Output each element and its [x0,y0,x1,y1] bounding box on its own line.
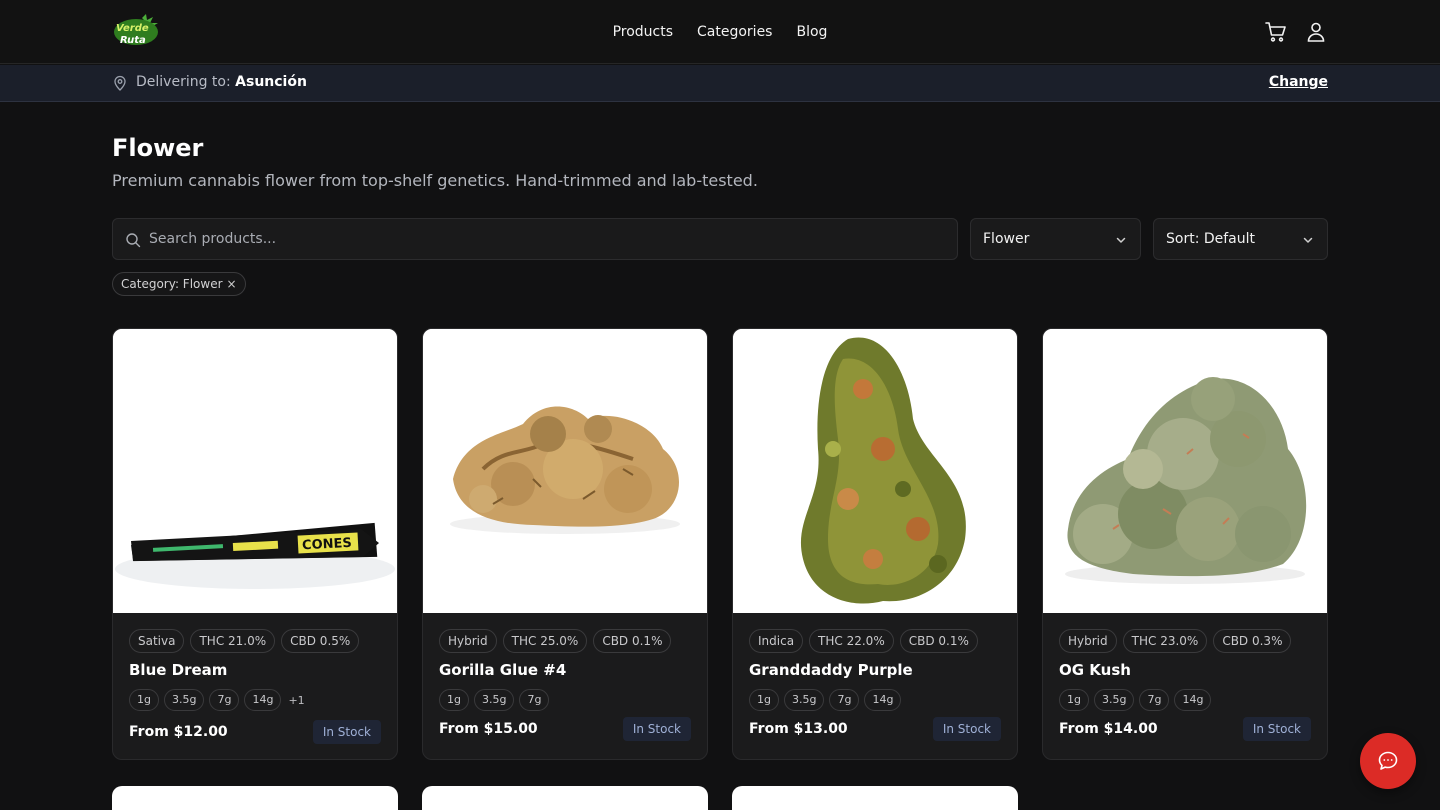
size-option[interactable]: 1g [439,689,469,711]
thc-badge: THC 23.0% [1122,629,1208,653]
chat-button[interactable] [1360,733,1416,789]
product-image[interactable] [423,329,707,613]
size-option[interactable]: 7g [829,689,860,711]
more-sizes: +1 [288,693,305,707]
size-option[interactable]: 7g [209,689,240,711]
product-price: From $13.00 [749,721,848,737]
delivery-location: Delivering to: Asunción [136,74,307,90]
product-image[interactable] [1043,329,1327,613]
product-name[interactable]: Blue Dream [129,661,227,679]
product-badges: Sativa THC 21.0% CBD 0.5% [129,629,360,653]
chevron-down-icon [1303,237,1313,243]
search-icon [126,233,141,248]
chat-icon [1378,751,1398,770]
size-option[interactable]: 14g [244,689,282,711]
cart-icon[interactable] [1264,20,1288,44]
page-subtitle: Premium cannabis flower from top-shelf g… [112,171,758,190]
search-input[interactable] [149,219,939,259]
chevron-down-icon [1116,237,1126,243]
size-option[interactable]: 7g [1139,689,1170,711]
product-name[interactable]: Granddaddy Purple [749,661,913,679]
size-options: 1g 3.5g 7g [439,689,550,711]
size-option[interactable]: 1g [1059,689,1089,711]
product-card-partial[interactable] [732,786,1018,810]
main-nav: Products Categories Blog [0,0,1440,64]
category-select[interactable]: Flower [970,218,1141,260]
product-price: From $15.00 [439,721,538,737]
svg-text:Verde: Verde [116,23,149,34]
size-options: 1g 3.5g 7g 14g [1059,689,1212,711]
size-option[interactable]: 3.5g [1093,689,1135,711]
delivery-bar: Delivering to: Asunción Change [0,65,1440,102]
strain-badge: Indica [749,629,804,653]
size-option[interactable]: 1g [749,689,779,711]
size-option[interactable]: 3.5g [473,689,515,711]
nav-categories[interactable]: Categories [697,24,772,40]
product-price: From $14.00 [1059,721,1158,737]
cbd-badge: CBD 0.1% [593,629,672,653]
category-select-value: Flower [983,231,1030,247]
stock-badge: In Stock [312,720,381,744]
size-option[interactable]: 7g [519,689,550,711]
size-options: 1g 3.5g 7g 14g +1 [129,689,305,711]
svg-text:CONES: CONES [302,536,352,554]
verde-ruta-logo[interactable]: Verde Ruta [112,14,162,50]
size-option[interactable]: 3.5g [783,689,825,711]
product-name[interactable]: Gorilla Glue #4 [439,661,566,679]
change-location-link[interactable]: Change [1269,74,1328,90]
product-card[interactable]: Indica THC 22.0% CBD 0.1% Granddaddy Pur… [732,328,1018,760]
location-pin-icon [114,75,126,91]
size-option[interactable]: 14g [864,689,902,711]
svg-text:Ruta: Ruta [120,35,146,46]
size-option[interactable]: 14g [1174,689,1212,711]
product-card[interactable]: Hybrid THC 25.0% CBD 0.1% Gorilla Glue #… [422,328,708,760]
stock-badge: In Stock [1242,717,1311,741]
product-name[interactable]: OG Kush [1059,661,1131,679]
product-badges: Hybrid THC 25.0% CBD 0.1% [439,629,672,653]
active-filter-chip[interactable]: Category: Flower × [112,272,246,296]
close-icon[interactable]: × [226,273,236,295]
sort-select[interactable]: Sort: Default [1153,218,1328,260]
delivery-prefix: Delivering to: [136,74,231,90]
thc-badge: THC 22.0% [809,629,894,653]
page-title: Flower [112,134,204,162]
top-navbar: Verde Ruta Products Categories Blog [0,0,1440,64]
product-card[interactable]: CONES Sativa THC 21.0% CBD 0.5% Blue Dre… [112,328,398,760]
strain-badge: Sativa [129,629,185,653]
thc-badge: THC 25.0% [502,629,588,653]
nav-blog[interactable]: Blog [796,24,827,40]
stock-badge: In Stock [932,717,1001,741]
delivery-city: Asunción [235,74,307,90]
strain-badge: Hybrid [439,629,497,653]
product-image[interactable]: CONES [113,329,397,613]
filter-chip-label: Category: Flower [121,277,223,291]
user-icon[interactable] [1304,20,1328,44]
thc-badge: THC 21.0% [190,629,276,653]
product-price: From $12.00 [129,724,228,740]
product-card[interactable]: Hybrid THC 23.0% CBD 0.3% OG Kush 1g 3.5… [1042,328,1328,760]
size-option[interactable]: 1g [129,689,159,711]
nav-products[interactable]: Products [613,24,673,40]
stock-badge: In Stock [622,717,691,741]
size-options: 1g 3.5g 7g 14g [749,689,902,711]
strain-badge: Hybrid [1059,629,1117,653]
product-card-partial[interactable] [422,786,708,810]
sort-select-value: Sort: Default [1166,231,1256,247]
cbd-badge: CBD 0.3% [1213,629,1292,653]
product-badges: Indica THC 22.0% CBD 0.1% [749,629,978,653]
product-image[interactable] [733,329,1017,613]
product-card-partial[interactable] [112,786,398,810]
search-box [112,218,958,260]
size-option[interactable]: 3.5g [163,689,205,711]
cbd-badge: CBD 0.5% [281,629,360,653]
product-badges: Hybrid THC 23.0% CBD 0.3% [1059,629,1292,653]
cbd-badge: CBD 0.1% [899,629,978,653]
